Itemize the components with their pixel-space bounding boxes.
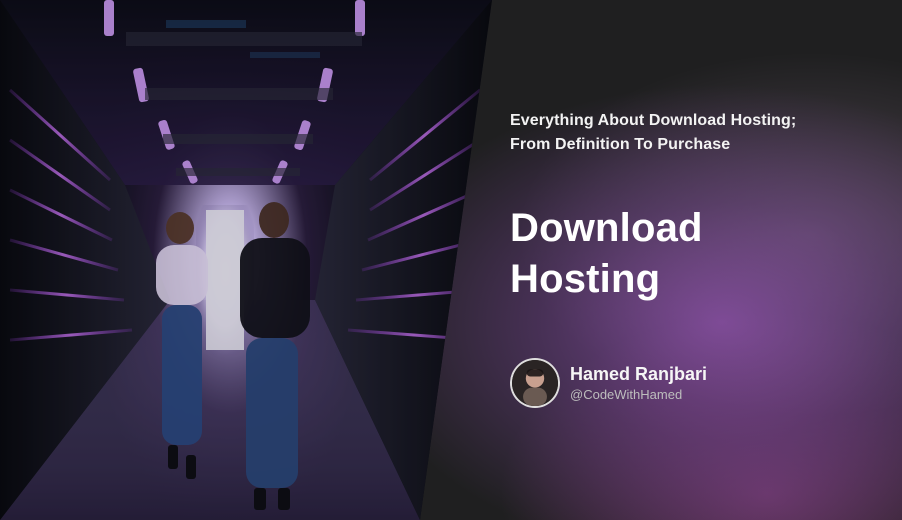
author-name: Hamed Ranjbari [570, 364, 708, 384]
text-content: Everything About Download Hosting; From … [510, 0, 890, 520]
avatar-icon [512, 360, 558, 406]
thumbnail-canvas: Everything About Download Hosting; From … [0, 0, 902, 520]
author-handle: @CodeWithHamed [570, 387, 683, 402]
author-block: Hamed Ranjbari @CodeWithHamed [510, 358, 707, 408]
subtitle: Everything About Download Hosting; From … [510, 112, 797, 153]
page-title: Download Hosting [510, 206, 703, 301]
avatar [510, 358, 560, 408]
author-text: Hamed Ranjbari @CodeWithHamed [570, 363, 707, 403]
